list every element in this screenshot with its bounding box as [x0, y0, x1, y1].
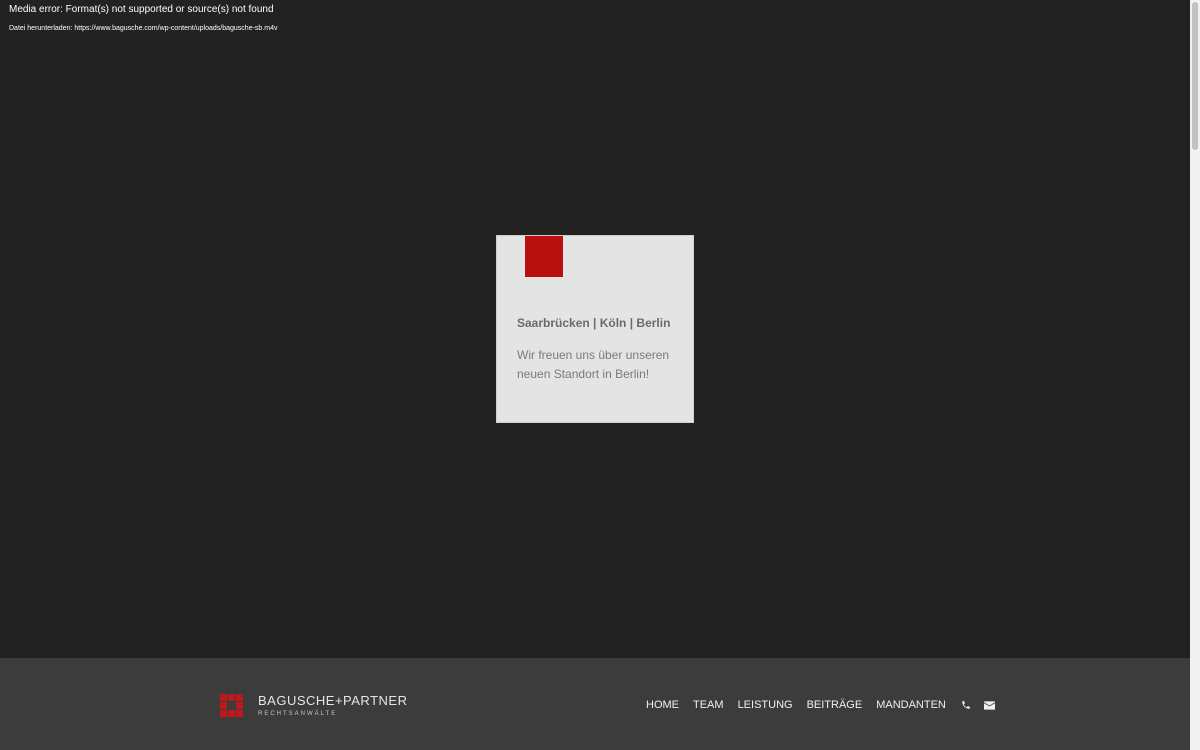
logo[interactable]: BAGUSCHE+PARTNER RECHTSANWÄLTE	[220, 693, 407, 717]
media-error-message: Media error: Format(s) not supported or …	[9, 4, 274, 15]
nav-item-home[interactable]: HOME	[646, 699, 679, 711]
email-icon[interactable]	[984, 699, 996, 711]
nav-item-team[interactable]: TEAM	[693, 699, 724, 711]
phone-icon[interactable]	[960, 699, 972, 711]
logo-mark-icon	[220, 693, 243, 717]
page-scrollbar[interactable]	[1190, 0, 1200, 750]
scrollbar-thumb[interactable]	[1192, 2, 1198, 150]
media-download-link[interactable]: Datei herunterladen: https://www.bagusch…	[9, 25, 278, 32]
card-title: Saarbrücken | Köln | Berlin	[517, 316, 671, 330]
nav-item-mandanten[interactable]: MANDANTEN	[876, 699, 946, 711]
card-text: Wir freuen uns über unseren neuen Stando…	[517, 348, 670, 381]
video-player[interactable]: Media error: Format(s) not supported or …	[0, 0, 1190, 658]
logo-name: BAGUSCHE+PARTNER	[258, 693, 408, 708]
nav-item-beitraege[interactable]: BEITRÄGE	[807, 699, 863, 711]
nav-item-leistung[interactable]: LEISTUNG	[738, 699, 793, 711]
footer: BAGUSCHE+PARTNER RECHTSANWÄLTE HOME TEAM…	[0, 658, 1190, 750]
main-nav: HOME TEAM LEISTUNG BEITRÄGE MANDANTEN	[646, 699, 1008, 711]
location-card: Saarbrücken | Köln | Berlin Wir freuen u…	[496, 235, 694, 423]
logo-subtitle: RECHTSANWÄLTE	[258, 711, 338, 717]
card-accent-bar	[525, 236, 563, 277]
